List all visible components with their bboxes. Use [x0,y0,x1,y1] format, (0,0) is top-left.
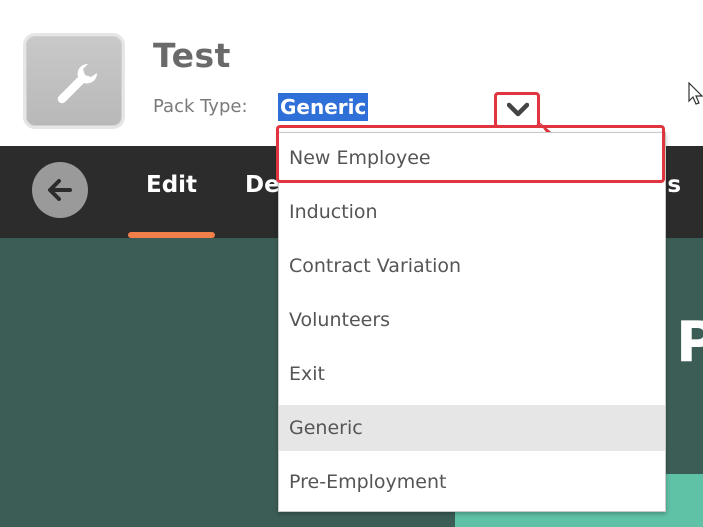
pack-type-dropdown-menu: New Employee Induction Contract Variatio… [278,132,666,512]
option-volunteers[interactable]: Volunteers [279,297,665,343]
option-generic[interactable]: Generic [279,405,665,451]
arrow-left-icon [48,179,72,201]
pack-type-dropdown-toggle[interactable] [494,92,540,128]
annotation-highlight-box [276,125,665,183]
chevron-down-icon [507,102,529,117]
wrench-icon [57,63,98,104]
page-title: Test [153,36,231,75]
tab-edit[interactable]: Edit [146,172,197,198]
pack-type-label: Pack Type: [153,96,248,117]
option-contract-variation[interactable]: Contract Variation [279,243,665,289]
pack-icon-tile [23,33,125,129]
pack-type-value[interactable]: Generic [278,93,369,121]
option-induction[interactable]: Induction [279,189,665,235]
mouse-cursor-icon [688,82,703,105]
tab-de[interactable]: De [245,172,280,198]
option-exit[interactable]: Exit [279,351,665,397]
page: Test Pack Type: Generic Edit De ns P New [0,0,703,527]
content-heading-partial: P [676,310,703,375]
option-pre-employment[interactable]: Pre-Employment [279,459,665,505]
back-button[interactable] [32,162,88,218]
